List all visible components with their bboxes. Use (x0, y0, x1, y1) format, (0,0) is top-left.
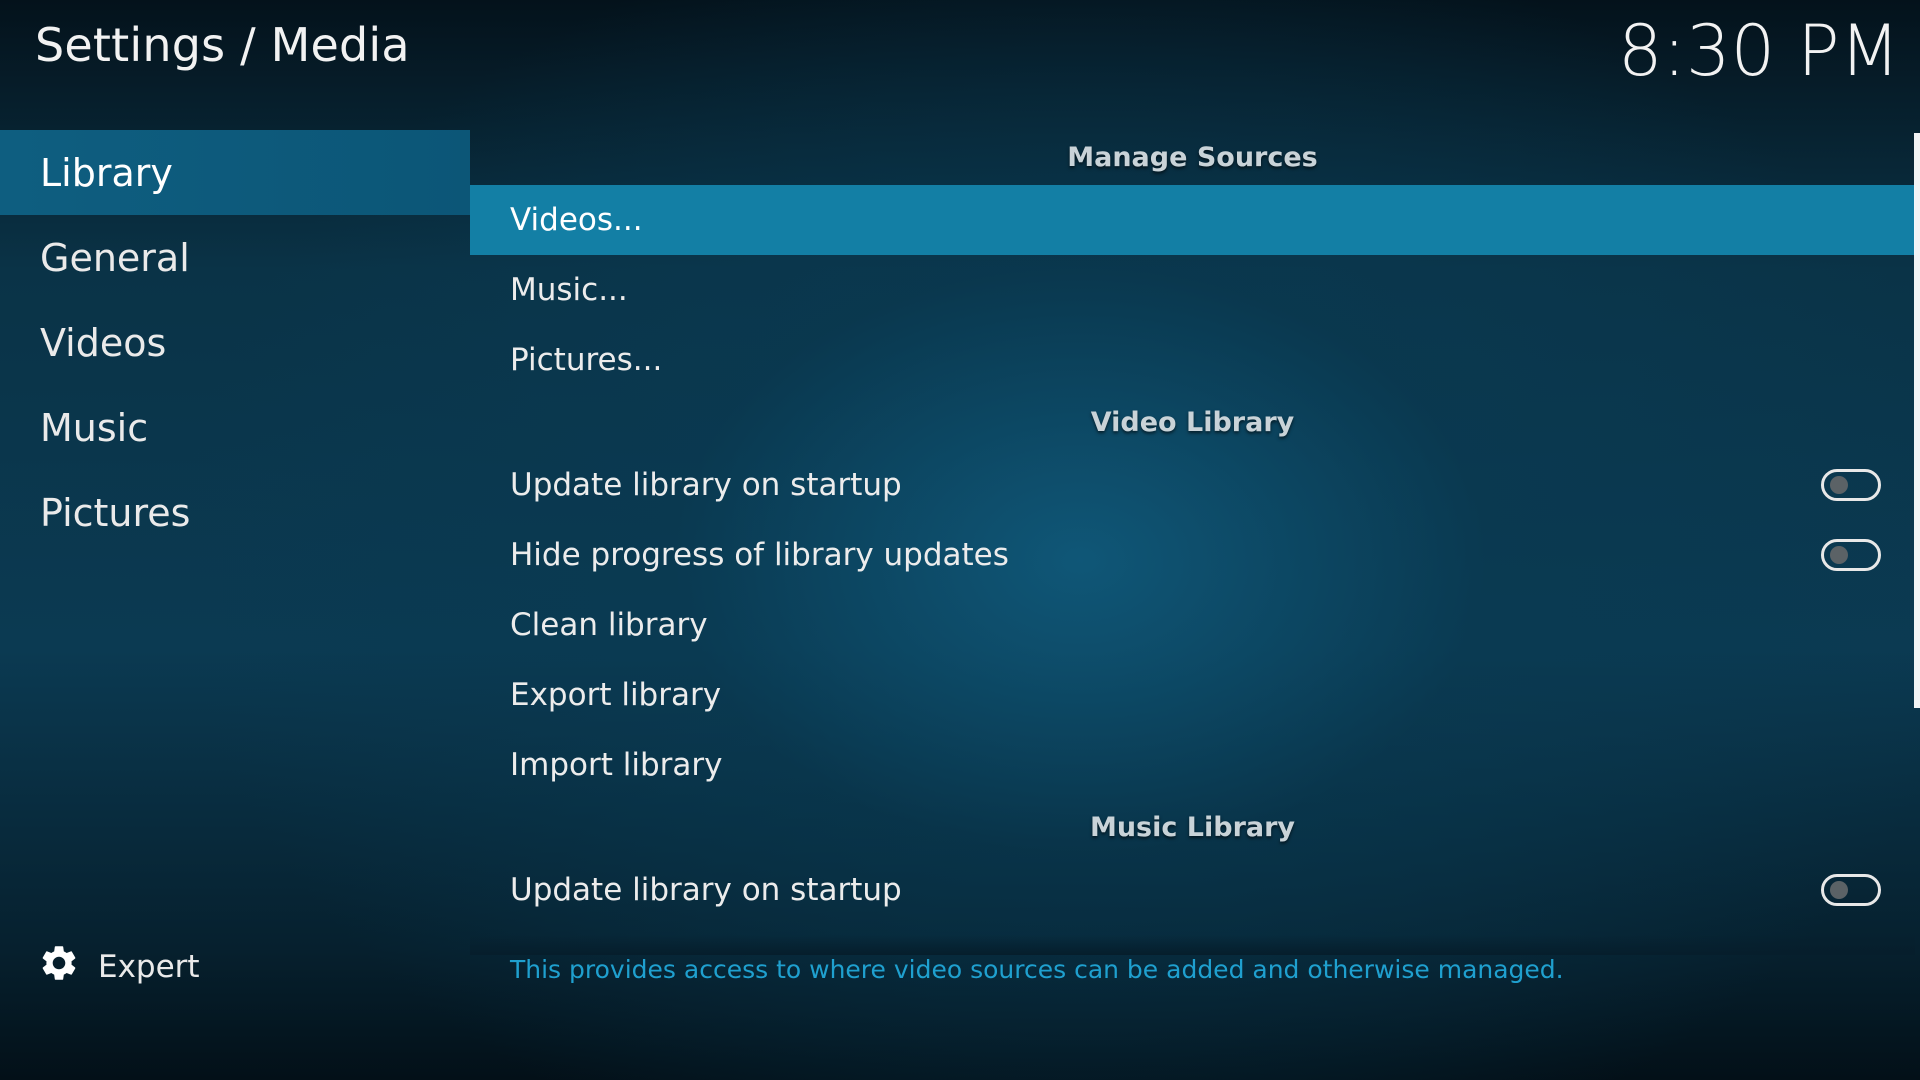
clock: 8:30 PM (1617, 10, 1900, 92)
toggle-switch[interactable] (1821, 469, 1881, 501)
list-fade (470, 935, 1915, 955)
music-update-on-startup[interactable]: Update library on startup (470, 855, 1915, 925)
page-title: Settings / Media (35, 18, 410, 72)
toggle-knob (1830, 476, 1848, 494)
sidebar-item-general[interactable]: General (0, 215, 470, 300)
row-label: Hide progress of library updates (510, 537, 1009, 573)
video-clean-library[interactable]: Clean library (470, 590, 1915, 660)
row-label: Pictures... (510, 342, 663, 378)
row-label: Videos... (510, 202, 643, 238)
sidebar-item-music[interactable]: Music (0, 385, 470, 470)
section-header-video-library: Video Library (1090, 407, 1295, 438)
row-label: Export library (510, 677, 722, 713)
expert-button[interactable]: Expert (38, 942, 200, 992)
gear-icon (38, 942, 80, 992)
sidebar-item-library[interactable]: Library (0, 130, 470, 215)
scrollbar[interactable] (1914, 133, 1920, 708)
toggle-knob (1830, 881, 1848, 899)
toggle-switch[interactable] (1821, 874, 1881, 906)
row-label: Import library (510, 747, 723, 783)
row-label: Clean library (510, 607, 708, 643)
row-label: Update library on startup (510, 872, 902, 908)
video-update-on-startup[interactable]: Update library on startup (470, 450, 1915, 520)
manage-sources-videos[interactable]: Videos... (470, 185, 1915, 255)
video-hide-progress[interactable]: Hide progress of library updates (470, 520, 1915, 590)
sidebar: Library General Videos Music Pictures (0, 130, 470, 555)
setting-description: This provides access to where video sour… (510, 955, 1564, 984)
settings-list: Manage Sources Videos... Music... Pictur… (470, 130, 1915, 942)
sidebar-item-videos[interactable]: Videos (0, 300, 470, 385)
section-header-music-library: Music Library (1089, 812, 1296, 843)
section-header-manage-sources: Manage Sources (1067, 142, 1318, 173)
sidebar-item-pictures[interactable]: Pictures (0, 470, 470, 555)
manage-sources-pictures[interactable]: Pictures... (470, 325, 1915, 395)
toggle-knob (1830, 546, 1848, 564)
expert-label: Expert (98, 949, 200, 985)
row-label: Music... (510, 272, 628, 308)
row-label: Update library on startup (510, 467, 902, 503)
manage-sources-music[interactable]: Music... (470, 255, 1915, 325)
video-export-library[interactable]: Export library (470, 660, 1915, 730)
video-import-library[interactable]: Import library (470, 730, 1915, 800)
toggle-switch[interactable] (1821, 539, 1881, 571)
